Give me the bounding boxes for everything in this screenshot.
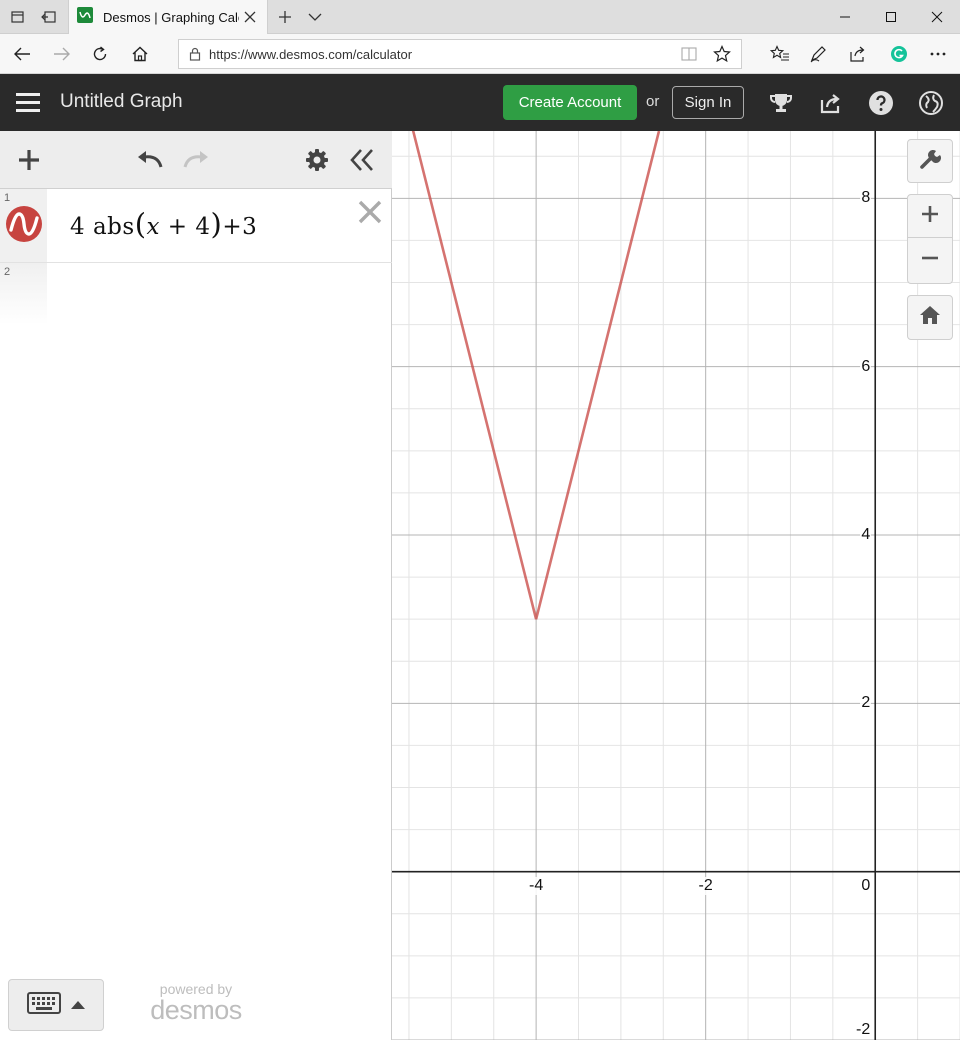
language-globe-icon[interactable] — [916, 88, 946, 118]
home-viewport-icon — [919, 305, 941, 330]
zoom-out-button[interactable] — [907, 238, 953, 284]
zoom-in-button[interactable] — [907, 194, 953, 238]
settings-gear-icon[interactable] — [302, 145, 332, 175]
tab-actions-icon[interactable] — [4, 0, 32, 34]
expression-row[interactable]: 1 4 abs(x + 4)+3 — [0, 189, 392, 263]
or-text: or — [646, 93, 660, 110]
refresh-icon[interactable] — [80, 34, 120, 74]
function-curve — [411, 131, 661, 620]
close-icon[interactable] — [241, 8, 259, 26]
trophy-icon[interactable] — [766, 88, 796, 118]
more-icon[interactable] — [918, 34, 958, 74]
caret-up-icon — [71, 996, 85, 1014]
sign-in-button[interactable]: Sign In — [672, 86, 744, 119]
keypad-toggle-button[interactable] — [8, 979, 104, 1031]
expression-math[interactable]: 4 abs(x + 4)+3 — [70, 207, 257, 241]
share-icon[interactable] — [838, 34, 878, 74]
y-tick-label: 8 — [860, 189, 872, 208]
desmos-logo-text: desmos — [150, 995, 242, 1025]
graphed-curves — [411, 131, 661, 620]
back-icon[interactable] — [2, 34, 42, 74]
axes — [392, 131, 960, 1040]
pen-icon[interactable] — [798, 34, 838, 74]
reading-view-icon[interactable] — [681, 47, 697, 61]
tab-title: Desmos | Graphing Calculator — [103, 10, 239, 25]
new-tab-icon[interactable] — [272, 0, 298, 34]
tab-list-icon[interactable] — [302, 0, 328, 34]
maximize-icon[interactable] — [868, 0, 914, 34]
url-text: https://www.desmos.com/calculator — [209, 46, 413, 62]
desmos-favicon — [77, 7, 93, 28]
expression-index: 1 — [4, 192, 11, 204]
set-aside-tabs-icon[interactable] — [34, 0, 64, 34]
browser-tab-desmos[interactable]: Desmos | Graphing Calculator — [68, 0, 268, 35]
graph-paper[interactable]: -4 -2 0 8 6 4 2 -2 — [392, 131, 960, 1040]
minimize-icon[interactable] — [822, 0, 868, 34]
share-graph-icon[interactable] — [816, 88, 846, 118]
favorites-list-icon[interactable] — [760, 34, 800, 74]
powered-by-desmos[interactable]: powered by desmos — [146, 981, 246, 1026]
window-close-icon[interactable] — [914, 0, 960, 34]
x-tick-label: 0 — [860, 876, 872, 895]
y-tick-label: 4 — [860, 526, 872, 544]
expression-row[interactable]: 2 — [0, 263, 392, 325]
y-tick-label: 6 — [860, 357, 872, 376]
graph-settings-button[interactable] — [907, 139, 953, 183]
home-icon[interactable] — [120, 34, 160, 74]
lock-icon — [189, 47, 201, 61]
redo-icon[interactable] — [181, 145, 211, 175]
add-item-icon[interactable] — [14, 145, 44, 175]
wrench-icon — [919, 148, 941, 175]
menu-icon[interactable] — [16, 93, 40, 113]
grammarly-icon[interactable] — [879, 34, 919, 74]
forward-icon[interactable] — [42, 34, 82, 74]
browser-address-bar: https://www.desmos.com/calculator — [0, 34, 960, 74]
graph-title[interactable]: Untitled Graph — [60, 91, 183, 113]
graph-color-icon[interactable] — [5, 205, 43, 243]
undo-icon[interactable] — [135, 145, 165, 175]
desmos-header: Untitled Graph Create Account or Sign In — [0, 74, 960, 131]
y-tick-label: -2 — [854, 1021, 872, 1039]
expression-panel: 1 4 abs(x + 4)+3 2 powered by desmos — [0, 131, 392, 1040]
create-account-button[interactable]: Create Account — [503, 85, 637, 120]
url-bar[interactable]: https://www.desmos.com/calculator — [178, 39, 742, 69]
default-viewport-button[interactable] — [907, 295, 953, 340]
help-icon[interactable] — [866, 88, 896, 118]
expression-toolbar — [0, 131, 392, 189]
graph-canvas[interactable] — [392, 131, 960, 1040]
expression-index: 2 — [4, 266, 11, 278]
browser-tab-bar: Desmos | Graphing Calculator — [0, 0, 960, 35]
keyboard-icon — [27, 991, 61, 1019]
favorite-star-icon[interactable] — [713, 45, 731, 63]
delete-expression-icon[interactable] — [355, 197, 385, 227]
y-tick-label: 2 — [860, 694, 872, 713]
x-tick-label: -4 — [528, 876, 545, 895]
collapse-panel-icon[interactable] — [347, 145, 377, 175]
plus-icon — [921, 205, 939, 228]
x-tick-label: -2 — [697, 876, 714, 895]
minus-icon — [921, 249, 939, 272]
